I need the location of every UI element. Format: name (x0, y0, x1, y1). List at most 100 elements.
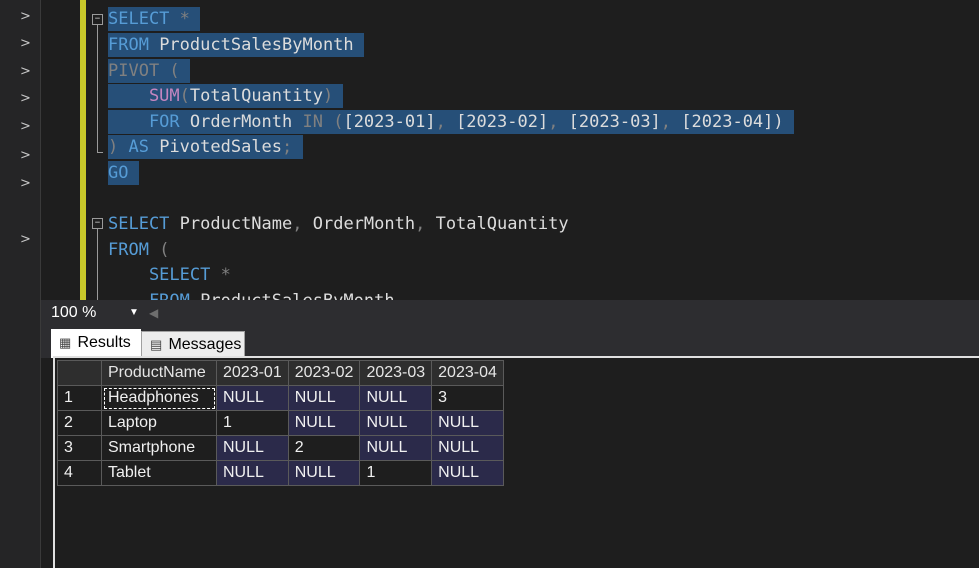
column-header[interactable]: 2023-01 (216, 360, 289, 386)
row-number[interactable]: 1 (57, 385, 102, 411)
chevron-right-icon[interactable]: > (20, 37, 32, 51)
tab-results-label: Results (77, 334, 131, 351)
keyword-from: FROM (108, 35, 149, 55)
code-line-12[interactable]: FROM ProductSalesByMonth (108, 289, 395, 300)
grid-cell[interactable]: NULL (287, 460, 361, 486)
grid-cell[interactable]: NULL (216, 385, 289, 411)
caret-down-icon[interactable]: ▼ (129, 304, 139, 322)
comma: , (548, 112, 569, 132)
grid-cell[interactable]: NULL (431, 460, 504, 486)
keyword-as: AS (118, 137, 149, 157)
chevron-right-icon[interactable]: > (20, 177, 32, 191)
code-line-2[interactable]: FROM ProductSalesByMonth (108, 33, 364, 57)
chevron-right-icon[interactable]: > (20, 65, 32, 79)
grid-cell[interactable]: NULL (287, 410, 361, 436)
month-identifier: [2023-01] (343, 112, 436, 132)
keyword-for: FOR (108, 112, 180, 132)
keyword-select: SELECT (108, 214, 170, 234)
tab-messages[interactable]: ▤ Messages (141, 331, 245, 359)
grid-cell[interactable]: 3 (431, 385, 504, 411)
row-number[interactable]: 3 (57, 435, 102, 461)
keyword-in: IN (302, 112, 323, 132)
code-line-9[interactable]: SELECT ProductName, OrderMonth, TotalQua… (108, 212, 569, 236)
fold-toggle-icon[interactable]: − (92, 14, 103, 25)
alias-name: PivotedSales (148, 137, 283, 157)
month-identifier: [2023-04] (681, 112, 774, 132)
paren-close: ) (773, 112, 784, 132)
code-line-10[interactable]: FROM ( (108, 238, 169, 262)
keyword-from: FROM (108, 291, 190, 300)
keyword-from: FROM (108, 240, 149, 260)
keyword-go: GO (108, 163, 129, 183)
zoom-value: 100 % (51, 304, 97, 321)
column-name: OrderMonth (179, 112, 303, 132)
table-row: 4 Tablet NULL NULL 1 NULL (57, 460, 504, 486)
fold-guide-end (97, 152, 103, 153)
table-row: 3 Smartphone NULL 2 NULL NULL (57, 435, 504, 461)
paren-close: ) (108, 137, 119, 157)
results-grid: ProductName 2023-01 2023-02 2023-03 2023… (57, 360, 504, 486)
grid-cell[interactable]: NULL (431, 410, 504, 436)
grid-cell[interactable]: Headphones (101, 385, 217, 411)
code-line-1[interactable]: SELECT * (108, 7, 201, 31)
grid-icon: ▦ (59, 335, 72, 350)
column-header[interactable]: 2023-04 (431, 360, 504, 386)
code-line-5[interactable]: FOR OrderMonth IN ([2023-01], [2023-02],… (108, 110, 794, 134)
grid-cell[interactable]: Smartphone (101, 435, 217, 461)
paren-open: ( (148, 240, 170, 260)
paren-open: ( (322, 112, 344, 132)
keyword-select: SELECT (108, 9, 170, 29)
column-header[interactable]: ProductName (101, 360, 217, 386)
messages-icon: ▤ (150, 337, 163, 352)
row-number[interactable]: 4 (57, 460, 102, 486)
code-line-6[interactable]: ) AS PivotedSales; (108, 135, 303, 159)
grid-cell[interactable]: NULL (287, 385, 361, 411)
chevron-right-icon[interactable]: > (20, 233, 32, 247)
code-line-4[interactable]: SUM(TotalQuantity) (108, 84, 344, 108)
chevron-right-icon[interactable]: > (20, 92, 32, 106)
semicolon: ; (282, 137, 293, 157)
grid-cell[interactable]: NULL (359, 410, 433, 436)
star-token: * (210, 265, 231, 285)
grid-cell[interactable]: Laptop (101, 410, 217, 436)
grid-cell[interactable]: 2 (287, 435, 361, 461)
grid-cell[interactable]: Tablet (101, 460, 217, 486)
grid-cell[interactable]: NULL (359, 385, 433, 411)
grid-cell[interactable]: NULL (359, 435, 433, 461)
query-editor[interactable]: − − SELECT * FROM ProductSalesByMonth PI… (0, 0, 979, 300)
tab-messages-label: Messages (168, 336, 242, 353)
header-row: ProductName 2023-01 2023-02 2023-03 2023… (57, 360, 504, 386)
table-row: 1 Headphones NULL NULL NULL 3 (57, 385, 504, 411)
column-header[interactable]: 2023-02 (287, 360, 361, 386)
comma: , (415, 214, 436, 234)
results-tabs: ▦ Results ▤ Messages (41, 325, 979, 359)
paren-open: ( (179, 86, 190, 106)
zoom-bar: 100 % ▼ ◀ (41, 300, 979, 325)
tab-results[interactable]: ▦ Results (51, 329, 141, 358)
chevron-right-icon[interactable]: > (20, 120, 32, 134)
row-number[interactable]: 2 (57, 410, 102, 436)
results-grid-pane: ProductName 2023-01 2023-02 2023-03 2023… (53, 356, 979, 568)
table-name: ProductSalesByMonth (148, 35, 354, 55)
column-name: ProductName (169, 214, 293, 234)
table-name: ProductSalesByMonth (190, 291, 394, 300)
column-name: OrderMonth (312, 214, 416, 234)
chevron-right-icon[interactable]: > (20, 10, 32, 24)
function-sum: SUM (108, 86, 180, 106)
code-line-3[interactable]: PIVOT ( (108, 59, 190, 83)
code-line-7[interactable]: GO (108, 161, 139, 185)
paren-open: ( (159, 61, 180, 81)
month-identifier: [2023-03] (568, 112, 661, 132)
grid-cell[interactable]: 1 (216, 410, 289, 436)
column-header[interactable]: 2023-03 (359, 360, 433, 386)
grid-cell[interactable]: NULL (431, 435, 504, 461)
change-margin-bar (80, 0, 86, 300)
grid-cell[interactable]: NULL (216, 435, 289, 461)
fold-toggle-icon[interactable]: − (92, 218, 103, 229)
chevron-right-icon[interactable]: > (20, 149, 32, 163)
corner-cell[interactable] (57, 360, 102, 386)
code-line-11[interactable]: SELECT * (108, 263, 231, 287)
scroll-left-icon[interactable]: ◀ (149, 304, 158, 322)
grid-cell[interactable]: 1 (359, 460, 433, 486)
grid-cell[interactable]: NULL (216, 460, 289, 486)
